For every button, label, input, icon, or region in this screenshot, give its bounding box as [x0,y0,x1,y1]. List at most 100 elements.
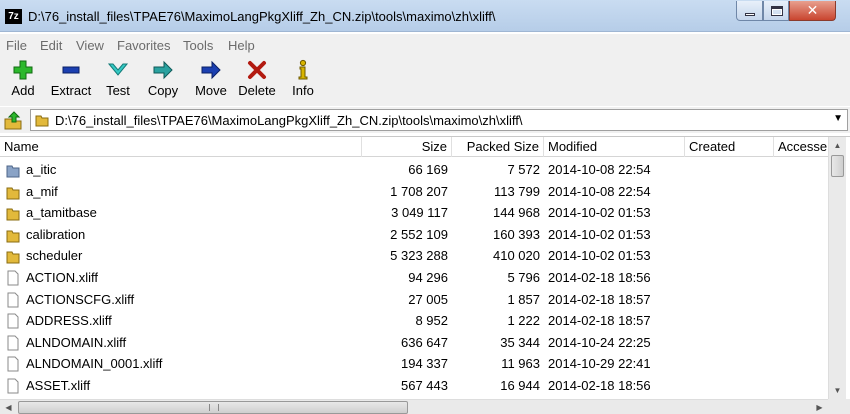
row-packed: 1 857 [507,291,540,307]
row-size: 8 952 [415,313,448,329]
address-dropdown-icon[interactable]: ▼ [833,113,843,124]
grip-icon [209,404,219,411]
delete-button[interactable]: Delete [236,58,278,98]
file-icon [7,335,19,351]
menu-view[interactable]: View [76,38,104,53]
info-icon [298,59,308,80]
row-modified: 2014-02-18 18:57 [548,291,651,307]
minimize-button[interactable] [736,1,763,21]
table-row[interactable]: a_itic 66 169 7 572 2014-10-08 22:54 [0,159,828,181]
add-icon [13,60,33,80]
add-button[interactable]: Add [8,58,38,98]
row-name: ACTIONSCFG.xliff [26,291,135,307]
folder-icon [6,230,20,243]
column-modified[interactable]: Modified [544,137,685,157]
delete-icon [248,61,266,79]
row-modified: 2014-02-18 18:56 [548,269,651,285]
menu-file[interactable]: File [6,38,27,53]
row-packed: 35 344 [500,334,540,350]
scroll-down-icon[interactable]: ▼ [829,382,846,399]
minimize-icon [745,13,755,16]
menu-help[interactable]: Help [228,38,255,53]
row-size: 194 337 [401,356,448,372]
column-size[interactable]: Size [362,137,452,157]
maximize-button[interactable] [763,1,789,21]
row-packed: 160 393 [493,226,540,242]
rows-container: a_itic 66 169 7 572 2014-10-08 22:54 a_m… [0,159,828,397]
maximize-icon [771,6,783,16]
test-label: Test [106,83,130,98]
file-icon [7,270,19,286]
file-icon [7,356,19,372]
scroll-left-icon[interactable]: ◀ [0,400,17,414]
move-icon [201,60,221,80]
address-input[interactable]: D:\76_install_files\TPAE76\MaximoLangPkg… [30,109,848,131]
table-row[interactable]: a_tamitbase 3 049 117 144 968 2014-10-02… [0,202,828,224]
row-packed: 113 799 [493,183,540,199]
row-size: 2 552 109 [390,226,448,242]
scroll-right-icon[interactable]: ▶ [811,400,828,414]
row-modified: 2014-10-02 01:53 [548,205,651,221]
test-icon [107,63,129,76]
row-size: 94 296 [408,269,448,285]
menu-favorites[interactable]: Favorites [117,38,170,53]
folder-icon [6,165,20,178]
info-button[interactable]: Info [289,58,317,98]
horizontal-scroll-thumb[interactable] [18,401,408,414]
table-row[interactable]: ASSET.xliff 567 443 16 944 2014-02-18 18… [0,375,828,397]
up-folder-icon[interactable] [2,109,24,131]
row-packed: 11 963 [501,356,540,372]
table-row[interactable]: ALNDOMAIN_0001.xliff 194 337 11 963 2014… [0,353,828,375]
scroll-up-icon[interactable]: ▲ [829,137,846,154]
row-packed: 1 222 [507,313,540,329]
close-button[interactable]: ✕ [789,1,836,21]
row-name: ALNDOMAIN.xliff [26,334,127,350]
row-packed: 16 944 [500,377,540,393]
test-button[interactable]: Test [102,58,134,98]
column-created[interactable]: Created [685,137,774,157]
copy-label: Copy [147,83,179,98]
table-row[interactable]: ALNDOMAIN.xliff 636 647 35 344 2014-10-2… [0,332,828,354]
menu-bar: File Edit View Favorites Tools Help [0,34,850,56]
column-accessed[interactable]: Accesse [774,137,828,157]
column-name[interactable]: Name [0,137,362,157]
row-size: 3 049 117 [391,205,448,221]
row-size: 66 169 [408,162,448,177]
table-row[interactable]: calibration 2 552 109 160 393 2014-10-02… [0,224,828,246]
row-packed: 410 020 [493,248,540,264]
row-size: 636 647 [401,334,448,350]
toolbar: Add Extract Test Copy Move Delete Info [0,56,850,106]
row-size: 5 323 288 [390,248,448,264]
horizontal-scrollbar[interactable]: ◀ ▶ [0,399,828,414]
file-list: Name Size Packed Size Modified Created A… [0,136,850,414]
scroll-corner [828,399,850,414]
extract-label: Extract [50,83,92,98]
copy-button[interactable]: Copy [146,58,180,98]
file-icon [7,292,19,308]
extract-icon [62,66,80,74]
column-packed-size[interactable]: Packed Size [452,137,544,157]
table-row[interactable]: ADDRESS.xliff 8 952 1 222 2014-02-18 18:… [0,310,828,332]
table-row[interactable]: scheduler 5 323 288 410 020 2014-10-02 0… [0,245,828,267]
row-size: 1 708 207 [390,183,448,199]
menu-tools[interactable]: Tools [183,38,213,53]
extract-button[interactable]: Extract [48,58,94,98]
vertical-scroll-thumb[interactable] [831,155,844,177]
vertical-scrollbar[interactable]: ▲ ▼ [828,137,846,399]
row-name: scheduler [26,248,83,264]
table-row[interactable]: ACTION.xliff 94 296 5 796 2014-02-18 18:… [0,267,828,289]
menu-edit[interactable]: Edit [40,38,62,53]
row-name: calibration [26,226,86,242]
row-packed: 5 796 [507,269,540,285]
row-name: a_tamitbase [26,205,97,221]
row-modified: 2014-10-08 22:54 [548,162,651,177]
row-modified: 2014-10-02 01:53 [548,226,651,242]
move-button[interactable]: Move [193,58,229,98]
folder-icon [35,115,49,127]
table-row[interactable]: a_mif 1 708 207 113 799 2014-10-08 22:54 [0,181,828,203]
table-row[interactable]: ACTIONSCFG.xliff 27 005 1 857 2014-02-18… [0,289,828,311]
info-label: Info [292,83,314,98]
delete-label: Delete [238,83,276,98]
close-icon: ✕ [806,2,819,18]
row-size: 567 443 [401,377,448,393]
